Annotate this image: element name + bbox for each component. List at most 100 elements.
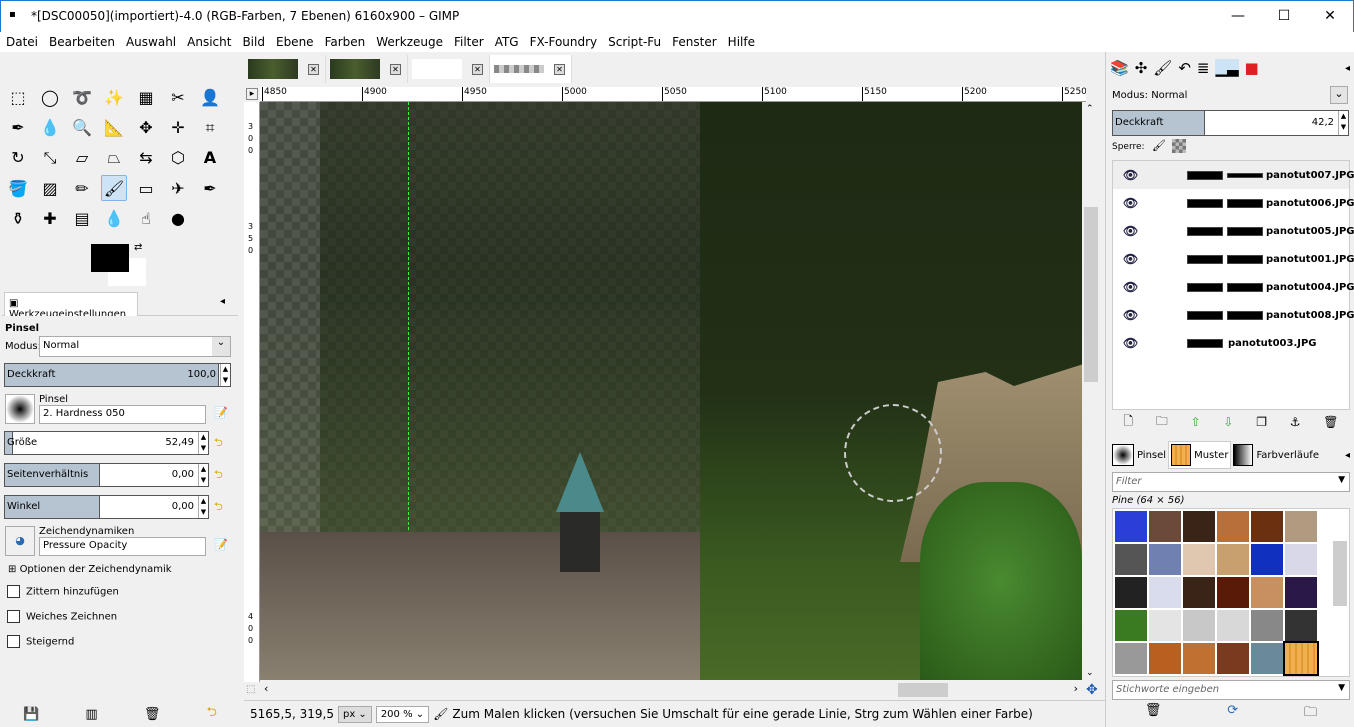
brush-preview[interactable] <box>5 394 35 424</box>
scroll-down-icon[interactable]: ⌄ <box>1086 668 1094 678</box>
panel-menu-icon[interactable]: ◂ <box>1345 63 1350 74</box>
menu-arrow-button[interactable]: ▸ <box>246 88 258 100</box>
pattern-swatch[interactable] <box>1183 610 1215 641</box>
lower-layer-icon[interactable]: ⇩ <box>1223 415 1233 429</box>
pattern-swatch[interactable] <box>1251 511 1283 542</box>
channels-tab-icon[interactable]: ≣ <box>1197 59 1210 77</box>
pattern-swatch[interactable] <box>1251 610 1283 641</box>
save-options-icon[interactable]: 💾 <box>23 707 39 722</box>
menu-ebene[interactable]: Ebene <box>276 32 314 52</box>
pattern-swatch[interactable] <box>1115 577 1147 608</box>
visibility-eye-icon[interactable]: 👁 <box>1123 196 1138 210</box>
menu-datei[interactable]: Datei <box>6 32 38 52</box>
shear-icon[interactable]: ▱ <box>69 145 95 171</box>
image-tab[interactable]: ✕ <box>244 55 326 83</box>
zoom-select[interactable]: 200 % ⌄ <box>375 705 430 723</box>
pattern-swatch[interactable] <box>1285 544 1317 575</box>
scroll-left-icon[interactable]: ‹ <box>264 682 268 695</box>
scissors-icon[interactable]: ✂ <box>165 84 191 110</box>
visibility-eye-icon[interactable]: 👁 <box>1123 336 1138 350</box>
layer-row[interactable]: 👁 panotut006.JPG <box>1113 189 1354 217</box>
move-icon[interactable]: ✥ <box>133 114 159 140</box>
paths-tab-icon[interactable]: ✣ <box>1135 59 1148 77</box>
reset-aspect-icon[interactable]: ⮌ <box>214 466 223 485</box>
layer-row[interactable]: 👁 panotut004.JPG <box>1113 273 1354 301</box>
new-group-icon[interactable]: 🗀 <box>1156 412 1168 433</box>
pattern-swatch[interactable] <box>1217 511 1249 542</box>
pattern-swatch[interactable] <box>1285 577 1317 608</box>
layer-row[interactable]: 👁 panotut003.JPG <box>1113 329 1349 357</box>
foreground-select-icon[interactable]: 👤 <box>197 84 223 110</box>
paintbrush-icon[interactable]: 🖌 <box>101 175 127 201</box>
eraser-icon[interactable]: ▭ <box>133 175 159 201</box>
tab-brushes[interactable]: Pinsel <box>1110 442 1168 468</box>
smudge-icon[interactable]: ☝ <box>133 205 159 231</box>
tab-patterns[interactable]: Muster <box>1168 441 1232 469</box>
colors-tab-icon[interactable]: ■ <box>1245 59 1259 77</box>
pattern-swatch[interactable] <box>1115 643 1147 674</box>
mode-select[interactable]: Normal ⌄ <box>39 336 231 357</box>
menu-script-fu[interactable]: Script-Fu <box>608 32 661 52</box>
incremental-checkbox[interactable]: Steigernd <box>7 635 74 648</box>
align-icon[interactable]: ✛ <box>165 114 191 140</box>
new-layer-icon[interactable]: 🗋 <box>1123 412 1133 433</box>
scroll-right-icon[interactable]: › <box>1074 682 1078 695</box>
measure-icon[interactable]: 📐 <box>101 114 127 140</box>
color-select-icon[interactable]: ▦ <box>133 84 159 110</box>
horizontal-scrollbar[interactable]: ‹ › <box>260 682 1082 698</box>
ink-icon[interactable]: ✒ <box>197 175 223 201</box>
panel-menu-icon[interactable]: ◂ <box>220 296 225 307</box>
menu-fx-foundry[interactable]: FX-Foundry <box>530 32 598 52</box>
smooth-checkbox[interactable]: Weiches Zeichnen <box>7 610 117 623</box>
paths-icon[interactable]: ✒ <box>5 114 31 140</box>
gradient-icon[interactable]: ▨ <box>37 175 63 201</box>
pencil-icon[interactable]: ✏ <box>69 175 95 201</box>
layers-tab-icon[interactable]: 📚 <box>1110 59 1129 77</box>
anchor-icon[interactable]: ⚓ <box>1290 415 1301 429</box>
menu-bearbeiten[interactable]: Bearbeiten <box>49 32 115 52</box>
histogram-tab-icon[interactable]: ▁▃ <box>1215 59 1239 77</box>
visibility-eye-icon[interactable]: 👁 <box>1123 308 1138 322</box>
pattern-filter-input[interactable]: Filter ▼ <box>1112 472 1350 492</box>
image-tab[interactable]: ✕ <box>408 55 490 83</box>
bucket-fill-icon[interactable]: 🪣 <box>5 175 31 201</box>
lock-pixels-icon[interactable]: 🖌 <box>1152 139 1166 152</box>
pattern-swatch[interactable] <box>1217 610 1249 641</box>
flip-icon[interactable]: ⇆ <box>133 145 159 171</box>
jitter-checkbox[interactable]: Zittern hinzufügen <box>7 585 119 598</box>
image-tab[interactable]: ✕ <box>326 55 408 83</box>
heal-icon[interactable]: ✚ <box>37 205 63 231</box>
rotate-icon[interactable]: ↻ <box>5 145 31 171</box>
pattern-scrollbar[interactable] <box>1333 511 1347 674</box>
pattern-swatch[interactable] <box>1149 544 1181 575</box>
horizontal-scroll-thumb[interactable] <box>898 683 948 697</box>
close-tab-icon[interactable]: ✕ <box>554 63 565 75</box>
layer-row[interactable]: 👁 panotut001.JPG <box>1113 245 1354 273</box>
image-tab-active[interactable]: ✕ <box>490 55 572 83</box>
maximize-button[interactable]: ☐ <box>1261 1 1307 31</box>
ellipse-select-icon[interactable]: ◯ <box>37 84 63 110</box>
reset-options-icon[interactable]: ⮌ <box>206 703 216 725</box>
cage-icon[interactable]: ⬡ <box>165 145 191 171</box>
free-select-icon[interactable]: ➰ <box>69 84 95 110</box>
dodge-burn-icon[interactable]: ● <box>165 205 191 231</box>
layer-row[interactable]: 👁 panotut005.JPG <box>1113 217 1354 245</box>
angle-slider[interactable]: Winkel 0,00 ▲ ▼ <box>4 495 209 519</box>
dynamics-preview[interactable]: ◕ <box>5 526 35 556</box>
swap-colors-icon[interactable]: ⇄ <box>134 242 142 253</box>
scale-icon[interactable]: ⤡ <box>37 145 63 171</box>
menu-auswahl[interactable]: Auswahl <box>126 32 176 52</box>
brush-name-field[interactable]: 2. Hardness 050 <box>39 405 206 424</box>
text-icon[interactable]: A <box>197 145 223 171</box>
layer-opacity-slider[interactable]: Deckkraft 42,2 ▲ ▼ <box>1112 110 1349 136</box>
pattern-swatch[interactable] <box>1115 544 1147 575</box>
zoom-icon[interactable]: 🔍 <box>69 114 95 140</box>
menu-filter[interactable]: Filter <box>454 32 484 52</box>
visibility-eye-icon[interactable]: 👁 <box>1123 224 1138 238</box>
pattern-swatch[interactable] <box>1183 511 1215 542</box>
delete-options-icon[interactable]: 🗑 <box>144 707 161 722</box>
pattern-swatch[interactable] <box>1251 544 1283 575</box>
scroll-up-icon[interactable]: ⌃ <box>1086 104 1094 114</box>
panel-menu-icon[interactable]: ◂ <box>1345 450 1350 461</box>
pattern-swatch[interactable] <box>1217 544 1249 575</box>
